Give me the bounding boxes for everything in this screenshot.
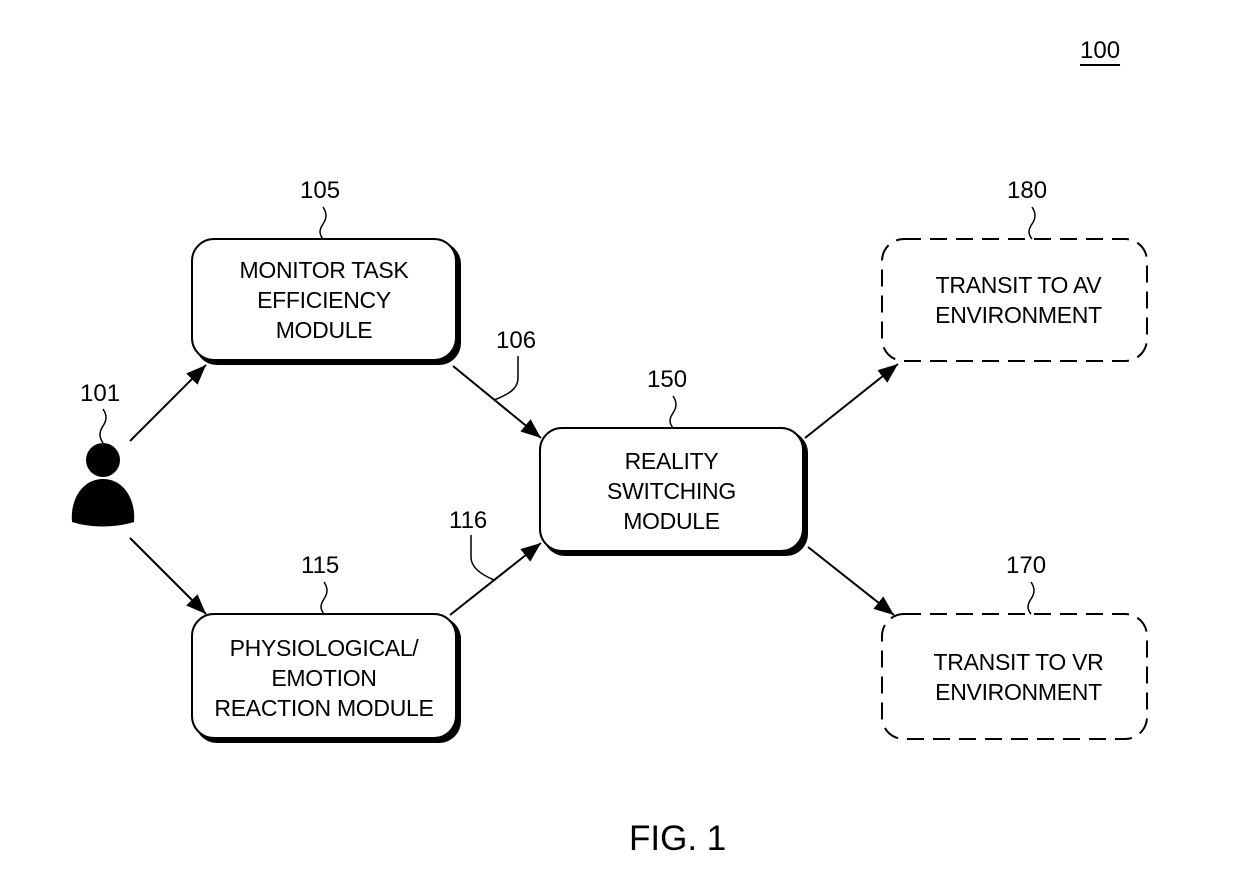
reality-label-line-1: REALITY xyxy=(624,447,719,474)
leader-170 xyxy=(1027,581,1035,615)
leader-101 xyxy=(99,408,107,444)
physio-label-line-1: PHYSIOLOGICAL/ xyxy=(229,634,419,661)
ref-numeral-101: 101 xyxy=(80,380,121,407)
arrow-reality-to-vr xyxy=(807,546,895,616)
arrow-physio-to-reality xyxy=(449,542,542,616)
leader-116 xyxy=(470,535,495,581)
leader-180 xyxy=(1028,206,1036,240)
ref-numeral-105: 105 xyxy=(300,177,341,204)
physiological-emotion-label: PHYSIOLOGICAL/ EMOTION REACTION MODULE xyxy=(192,630,456,725)
av-label-line-1: TRANSIT TO AV xyxy=(935,272,1102,298)
arrow-reality-to-av xyxy=(804,363,899,439)
figure-caption: FIG. 1 xyxy=(629,819,727,858)
leader-106 xyxy=(493,356,519,401)
ref-numeral-170: 170 xyxy=(1006,552,1047,579)
transit-av-label: TRANSIT TO AV ENVIRONMENT xyxy=(882,268,1155,332)
person-icon xyxy=(71,443,135,527)
reality-label-line-2: SWITCHING xyxy=(607,477,736,504)
reality-switching-label: REALITY SWITCHING MODULE xyxy=(540,443,803,538)
arrow-user-to-monitor xyxy=(129,364,207,442)
monitor-label-line-3: MODULE xyxy=(275,316,373,343)
physio-label-line-3: REACTION MODULE xyxy=(214,694,434,721)
vr-label-line-2: ENVIRONMENT xyxy=(935,679,1102,705)
ref-numeral-150: 150 xyxy=(647,366,688,393)
arrow-user-to-physio xyxy=(129,537,207,615)
monitor-label-line-1: MONITOR TASK xyxy=(239,256,409,283)
leader-105 xyxy=(319,206,327,240)
ref-numeral-106: 106 xyxy=(496,327,537,354)
physio-label-line-2: EMOTION xyxy=(271,664,377,691)
ref-numeral-115: 115 xyxy=(301,552,340,579)
leader-150 xyxy=(669,395,677,429)
transit-vr-label: TRANSIT TO VR ENVIRONMENT xyxy=(882,645,1155,709)
figure-number: 100 xyxy=(1080,37,1121,64)
arrow-monitor-to-reality xyxy=(452,365,542,439)
av-label-line-2: ENVIRONMENT xyxy=(935,302,1102,328)
ref-numeral-180: 180 xyxy=(1007,177,1048,204)
leader-115 xyxy=(320,581,328,615)
ref-numeral-116: 116 xyxy=(449,507,488,534)
vr-label-line-1: TRANSIT TO VR xyxy=(933,649,1104,675)
monitor-label-line-2: EFFICIENCY xyxy=(257,286,391,313)
reality-label-line-3: MODULE xyxy=(623,507,720,534)
monitor-task-efficiency-label: MONITOR TASK EFFICIENCY MODULE xyxy=(192,252,456,347)
